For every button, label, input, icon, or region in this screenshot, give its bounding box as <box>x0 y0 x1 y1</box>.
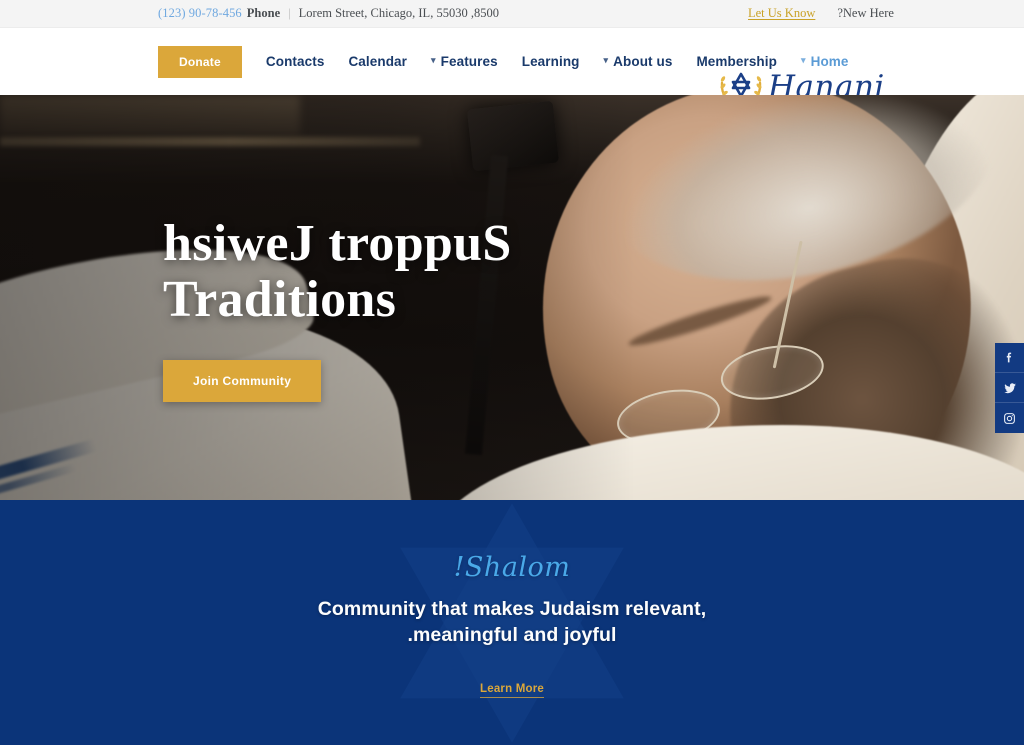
new-here-text: ?New Here <box>837 6 894 20</box>
top-bar-contact-info: (123) 90-78-456 Phone | Lorem Street, Ch… <box>158 6 499 21</box>
welcome-headline-line-1: Community that makes Judaism relevant, <box>317 598 707 620</box>
instagram-icon[interactable] <box>995 403 1024 433</box>
shalom-greeting: !Shalom <box>453 552 571 583</box>
address-text: Lorem Street, Chicago, IL, 55030 ,8500 <box>298 6 499 20</box>
join-community-button[interactable]: Join Community <box>163 360 322 403</box>
hero-content: hsiweJ troppuS Traditions Join Community <box>163 215 593 403</box>
welcome-content: !Shalom Community that makes Judaism rel… <box>0 500 1024 698</box>
nav-label: Contacts <box>265 54 325 69</box>
nav-label: Calendar <box>348 54 408 69</box>
welcome-headline-line-2: .meaningful and joyful <box>407 623 617 646</box>
nav-label: About us <box>613 54 673 69</box>
hero-carousel: hsiweJ troppuS Traditions Join Community <box>0 95 1024 500</box>
nav-item-calendar[interactable]: Calendar <box>348 54 407 69</box>
nav-label: Features <box>440 54 498 69</box>
chevron-down-icon: ▾ <box>800 55 806 65</box>
let-us-know-link[interactable]: Let Us Know <box>748 6 815 21</box>
top-bar: (123) 90-78-456 Phone | Lorem Street, Ch… <box>0 0 1024 28</box>
nav-label: Learning <box>521 54 580 69</box>
hero-title-line-1: hsiweJ troppuS <box>163 215 512 272</box>
phone-label: Phone <box>246 6 281 20</box>
facebook-icon[interactable] <box>995 343 1024 373</box>
nav-item-learning[interactable]: Learning <box>522 54 580 69</box>
nav-item-contacts[interactable]: Contacts <box>266 54 325 69</box>
nav-item-features[interactable]: ▾ Features <box>431 54 498 69</box>
topbar-divider: | <box>288 6 291 20</box>
hero-title: hsiweJ troppuS Traditions <box>163 215 593 329</box>
twitter-icon[interactable] <box>995 373 1024 403</box>
donate-button[interactable]: Donate <box>158 45 242 78</box>
chevron-down-icon: ▾ <box>603 55 609 65</box>
hero-title-line-2: Traditions <box>163 271 397 329</box>
welcome-headline: Community that makes Judaism relevant, .… <box>0 597 1024 649</box>
site-header: Donate Contacts Calendar ▾ Features Lear… <box>0 28 1024 108</box>
phone-number-link[interactable]: (123) 90-78-456 <box>158 6 242 21</box>
top-bar-links: Let Us Know ?New Here <box>748 6 894 21</box>
social-sidebar <box>995 343 1024 433</box>
welcome-section: !Shalom Community that makes Judaism rel… <box>0 500 1024 745</box>
learn-more-link[interactable]: Learn More <box>480 683 544 698</box>
chevron-down-icon: ▾ <box>431 55 436 65</box>
nav-item-about-us[interactable]: ▾ About us <box>604 54 673 69</box>
